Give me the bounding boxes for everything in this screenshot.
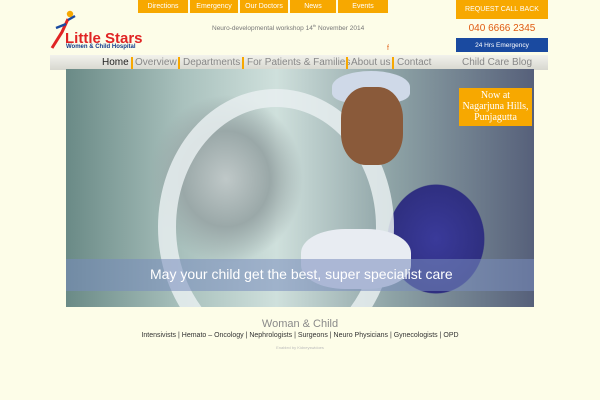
main-nav: Home Overview Departments For Patients &… — [50, 55, 548, 70]
section-title: Woman & Child — [261, 318, 339, 330]
logo-subtitle: Women & Child Hospital — [66, 44, 136, 50]
top-link-our-doctors[interactable]: Our Doctors — [240, 0, 288, 13]
location-line-3: Punjagutta — [474, 112, 517, 123]
top-link-directions[interactable]: Directions — [138, 0, 188, 13]
nav-patients-families[interactable]: For Patients & Families — [247, 55, 350, 70]
nav-separator — [131, 57, 133, 69]
nav-departments[interactable]: Departments — [183, 55, 240, 70]
nav-home[interactable]: Home — [102, 55, 129, 70]
services-links[interactable]: Intensivists | Hemato – Oncology | Nephr… — [0, 332, 600, 339]
location-line-2: Nagarjuna Hills, — [462, 101, 529, 112]
nav-overview[interactable]: Overview — [135, 55, 177, 70]
location-line-1: Now at — [480, 90, 511, 101]
nav-separator — [346, 57, 348, 69]
request-call-back-button[interactable]: REQUEST CALL BACK — [456, 0, 548, 19]
top-link-emergency[interactable]: Emergency — [190, 0, 238, 13]
hero-banner[interactable]: May your child get the best, super speci… — [66, 69, 534, 307]
top-link-events[interactable]: Events — [338, 0, 388, 13]
workshop-announcement[interactable]: Neuro-developmental workshop 14th Novemb… — [212, 23, 364, 32]
emergency-badge[interactable]: 24 Hrs Emergency — [456, 38, 548, 52]
site-credit[interactable]: Enabled by Kidneyswidoes — [0, 345, 600, 350]
nav-separator — [242, 57, 244, 69]
nav-child-care-blog[interactable]: Child Care Blog — [462, 55, 532, 70]
location-badge[interactable]: Now at Nagarjuna Hills, Punjagutta — [459, 88, 532, 126]
top-links: Directions Emergency Our Doctors News Ev… — [138, 0, 388, 13]
doctor-face — [341, 87, 403, 165]
hero-caption-bar: May your child get the best, super speci… — [66, 259, 534, 291]
top-link-news[interactable]: News — [290, 0, 336, 13]
facebook-icon[interactable]: f — [387, 45, 389, 52]
nav-separator — [392, 57, 394, 69]
hero-caption: May your child get the best, super speci… — [150, 266, 453, 282]
nav-separator — [178, 57, 180, 69]
nav-about-us[interactable]: About us — [351, 55, 390, 70]
nav-contact[interactable]: Contact — [397, 55, 431, 70]
phone-number: 040 6666 2345 — [468, 23, 536, 34]
